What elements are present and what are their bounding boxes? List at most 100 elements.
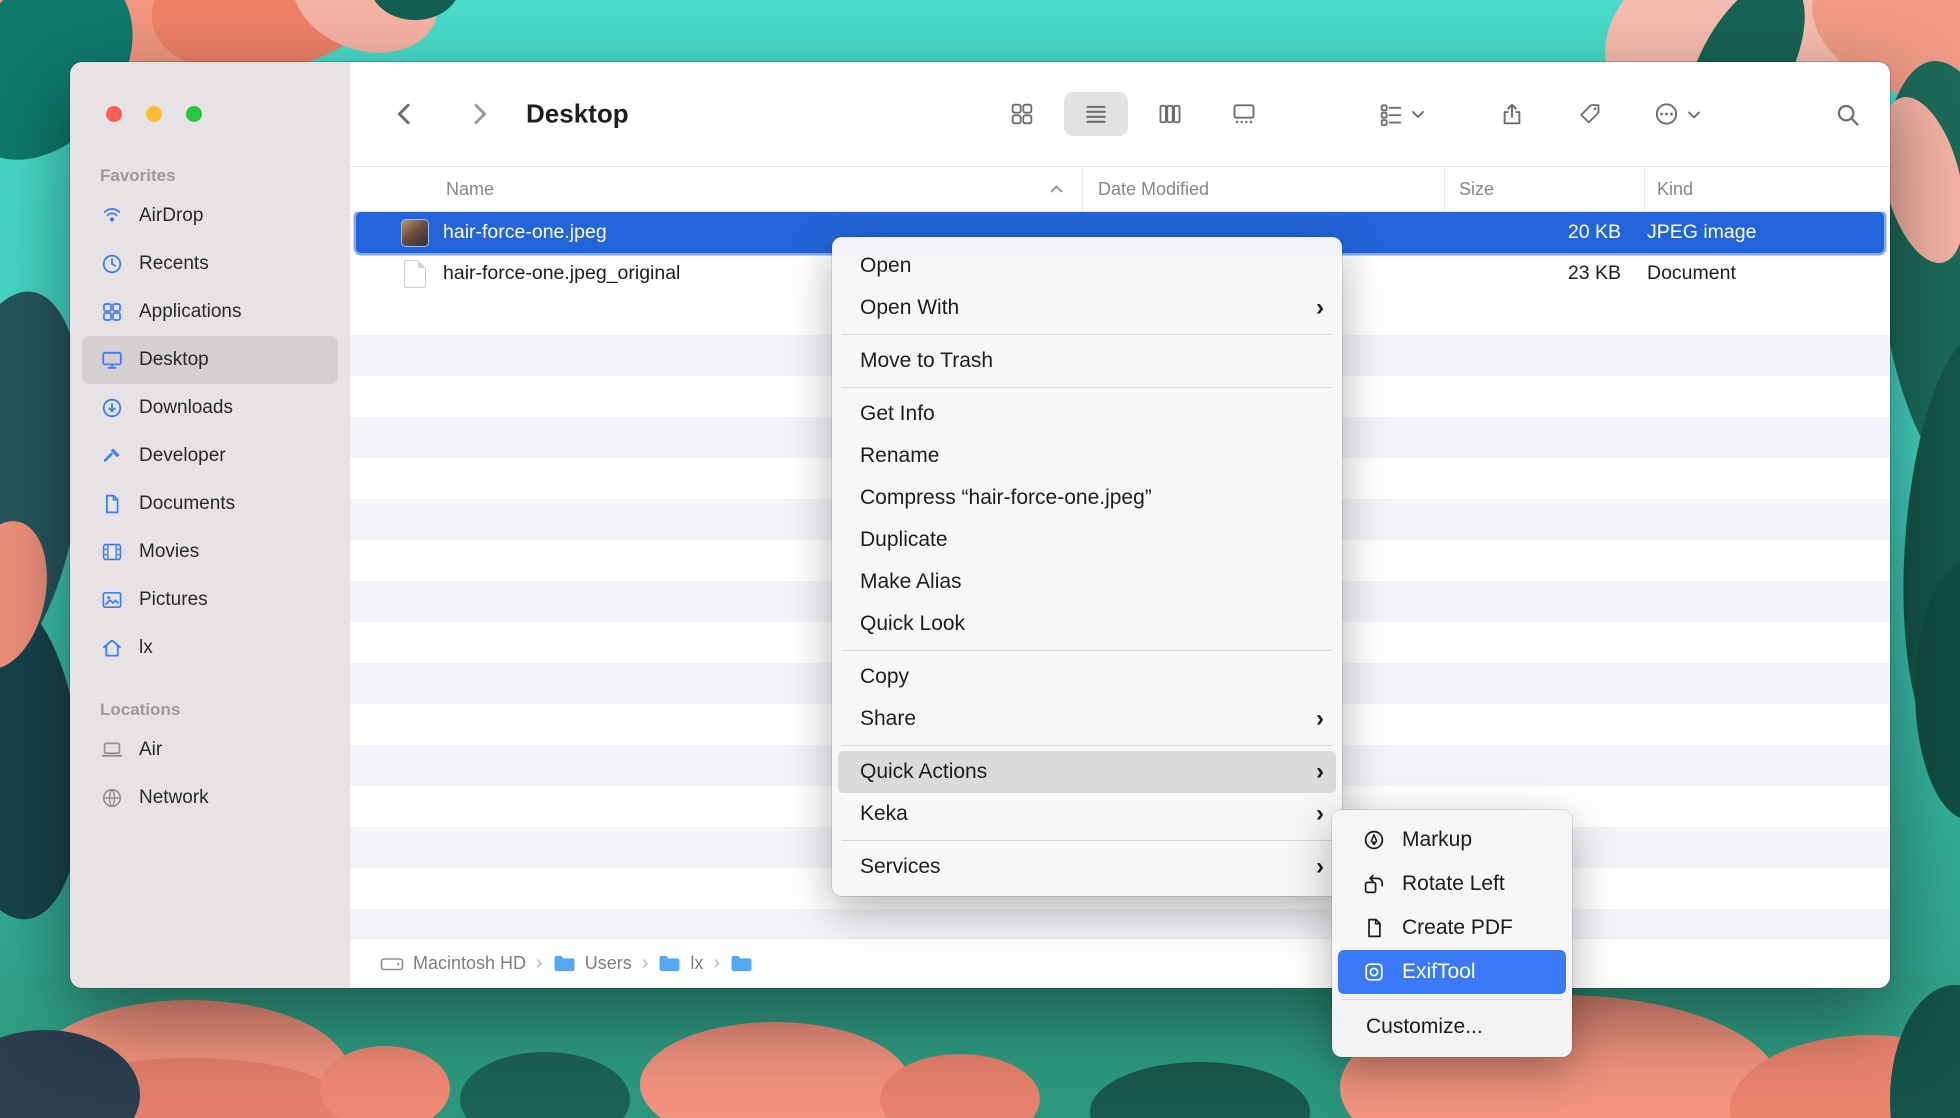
menu-item-keka[interactable]: Keka› <box>832 793 1342 835</box>
view-switcher <box>990 92 1276 136</box>
group-by-button[interactable] <box>1378 101 1428 127</box>
path-label: Users <box>585 953 632 974</box>
sidebar-item-label: Pictures <box>139 589 208 611</box>
menu-item-label: Keka <box>860 802 908 826</box>
sidebar-item-label: Air <box>139 739 162 761</box>
document-icon <box>98 491 126 517</box>
column-header-name[interactable]: Name <box>350 167 1082 211</box>
menu-item-duplicate[interactable]: Duplicate <box>832 519 1342 561</box>
menu-item-move-to-trash[interactable]: Move to Trash <box>832 340 1342 382</box>
minimize-button[interactable] <box>146 106 162 122</box>
toolbar: Desktop <box>350 62 1890 166</box>
submenu-item-create-pdf[interactable]: Create PDF <box>1332 906 1572 950</box>
sidebar-item-developer[interactable]: Developer <box>82 432 338 480</box>
menu-item-services[interactable]: Services › <box>832 846 1342 888</box>
path-label: lx <box>690 953 703 974</box>
menu-item-open-with[interactable]: Open With› <box>832 287 1342 329</box>
menu-item-share[interactable]: Share › <box>832 698 1342 740</box>
sidebar-item-home-lx[interactable]: lx <box>82 624 338 672</box>
sidebar-item-label: Recents <box>139 253 209 275</box>
back-button[interactable] <box>383 92 427 136</box>
path-label: Macintosh HD <box>413 953 526 974</box>
file-size: 20 KB <box>1568 221 1621 244</box>
submenu-item-customize[interactable]: Customize... <box>1332 1005 1572 1049</box>
menu-separator <box>842 650 1332 651</box>
sidebar-item-pictures[interactable]: Pictures <box>82 576 338 624</box>
globe-icon <box>98 785 126 811</box>
submenu-item-rotate-left[interactable]: Rotate Left <box>1332 862 1572 906</box>
chevron-down-icon <box>1684 104 1704 124</box>
sidebar-item-label: Desktop <box>139 349 209 371</box>
sidebar-item-desktop[interactable]: Desktop <box>82 336 338 384</box>
photo-icon <box>98 587 126 613</box>
file-kind: Document <box>1647 262 1736 285</box>
column-header-kind[interactable]: Kind <box>1644 167 1890 211</box>
list-header: Name Date Modified Size Kind <box>350 166 1890 212</box>
share-button[interactable] <box>1490 92 1534 136</box>
sidebar-item-downloads[interactable]: Downloads <box>82 384 338 432</box>
submenu-chevron-icon: › <box>1316 296 1324 320</box>
sidebar-item-label: Downloads <box>139 397 233 419</box>
submenu-chevron-icon: › <box>1316 760 1324 784</box>
menu-item-compress[interactable]: Compress “hair-force-one.jpeg” <box>832 477 1342 519</box>
menu-item-quick-actions[interactable]: Quick Actions › <box>838 751 1336 793</box>
close-button[interactable] <box>106 106 122 122</box>
menu-item-open[interactable]: Open <box>832 245 1342 287</box>
sidebar-item-label: Network <box>139 787 209 809</box>
sidebar-item-recents[interactable]: Recents <box>82 240 338 288</box>
menu-item-rename[interactable]: Rename <box>832 435 1342 477</box>
locations-heading: Locations <box>70 700 350 720</box>
sidebar-item-movies[interactable]: Movies <box>82 528 338 576</box>
download-icon <box>98 395 126 421</box>
menu-item-make-alias[interactable]: Make Alias <box>832 561 1342 603</box>
forward-button[interactable] <box>457 92 501 136</box>
column-header-size[interactable]: Size <box>1444 167 1644 211</box>
context-menu: Open Open With› Move to Trash Get Info R… <box>832 237 1342 896</box>
sidebar-item-label: Documents <box>139 493 235 515</box>
column-label: Size <box>1459 179 1494 200</box>
menu-item-copy[interactable]: Copy <box>832 656 1342 698</box>
path-item-partial[interactable] <box>730 954 753 973</box>
rotate-left-icon <box>1362 872 1386 896</box>
submenu-chevron-icon: › <box>1316 707 1324 731</box>
menu-item-label: Compress “hair-force-one.jpeg” <box>860 486 1152 510</box>
document-file-icon <box>404 260 426 288</box>
column-view-button[interactable] <box>1138 92 1202 136</box>
menu-separator <box>1342 999 1562 1000</box>
sidebar-item-applications[interactable]: Applications <box>82 288 338 336</box>
zoom-button[interactable] <box>186 106 202 122</box>
menu-separator <box>842 840 1332 841</box>
tag-button[interactable] <box>1568 92 1612 136</box>
menu-item-label: Quick Actions <box>860 760 987 784</box>
menu-item-label: Share <box>860 707 916 731</box>
create-pdf-icon <box>1362 916 1386 940</box>
menu-item-label: Services <box>860 855 941 879</box>
menu-item-get-info[interactable]: Get Info <box>832 393 1342 435</box>
icon-view-button[interactable] <box>990 92 1054 136</box>
sidebar-item-documents[interactable]: Documents <box>82 480 338 528</box>
search-button[interactable] <box>1825 92 1869 136</box>
submenu-item-markup[interactable]: Markup <box>1332 818 1572 862</box>
menu-separator <box>842 387 1332 388</box>
list-view-button[interactable] <box>1064 92 1128 136</box>
laptop-icon <box>98 737 126 763</box>
column-header-date-modified[interactable]: Date Modified <box>1082 167 1444 211</box>
submenu-chevron-icon: › <box>1316 855 1324 879</box>
column-label: Date Modified <box>1098 179 1209 200</box>
sidebar-item-network[interactable]: Network <box>82 774 338 822</box>
gallery-view-button[interactable] <box>1212 92 1276 136</box>
column-label: Kind <box>1657 179 1693 200</box>
menu-separator <box>842 745 1332 746</box>
path-bar: Macintosh HD › Users › lx › <box>350 938 1890 988</box>
submenu-item-exiftool[interactable]: ExifTool <box>1338 950 1566 994</box>
menu-item-quick-look[interactable]: Quick Look <box>832 603 1342 645</box>
more-actions-button[interactable] <box>1653 101 1704 128</box>
window-controls <box>106 106 202 122</box>
path-item-lx[interactable]: lx <box>658 953 703 974</box>
sidebar-item-airdrop[interactable]: AirDrop <box>82 192 338 240</box>
menu-item-label: Make Alias <box>860 570 962 594</box>
sidebar-item-air[interactable]: Air <box>82 726 338 774</box>
submenu-item-label: Rotate Left <box>1402 872 1505 896</box>
path-item-users[interactable]: Users <box>553 953 632 974</box>
path-item-macintosh-hd[interactable]: Macintosh HD <box>380 953 526 974</box>
